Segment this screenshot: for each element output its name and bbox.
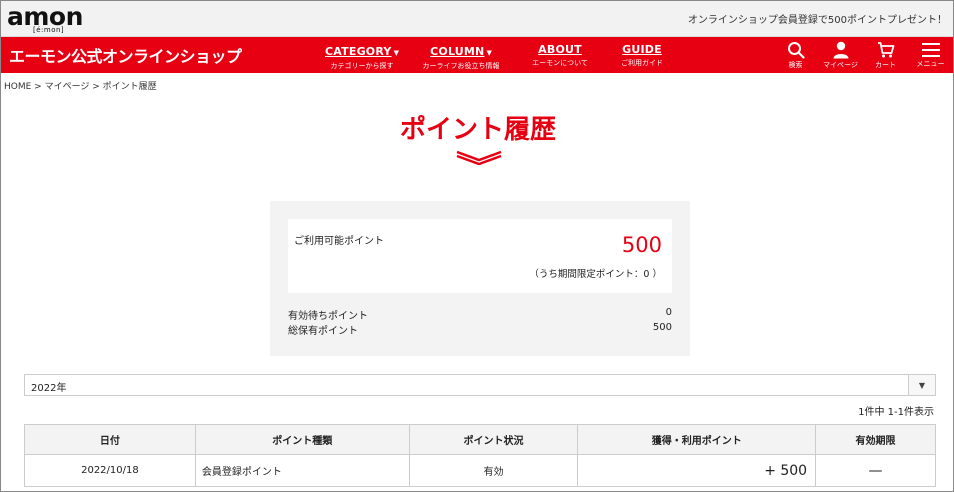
row-date: 2022/10/18 bbox=[24, 454, 196, 487]
menu-button[interactable]: メニュー bbox=[908, 37, 953, 73]
available-points-value: 500 bbox=[621, 233, 662, 257]
nav-item-about-sub: エーモンについて bbox=[532, 58, 588, 67]
total-points-label: 総保有ポイント bbox=[288, 326, 358, 337]
available-points-card: ご利用可能ポイント 500 （うち期間限定ポイント：0 ） bbox=[288, 219, 672, 293]
caret-down-icon: ▼ bbox=[393, 48, 399, 57]
promo-text[interactable]: オンラインショップ会員登録で500ポイントプレゼント！ bbox=[688, 11, 947, 26]
cart-button[interactable]: カート bbox=[863, 37, 908, 73]
main-navbar: エーモン公式オンラインショップ CATEGORY ▼ カテゴリーから探す COLU… bbox=[1, 37, 953, 73]
row-point-type: 会員登録ポイント bbox=[194, 454, 410, 487]
menu-icon bbox=[921, 42, 940, 57]
pending-points-label: 有効待ちポイント bbox=[288, 311, 368, 322]
points-summary: ご利用可能ポイント 500 （うち期間限定ポイント：0 ） 有効待ちポイント 0… bbox=[270, 201, 690, 356]
cart-label: カート bbox=[875, 60, 896, 69]
header-points-amount: 獲得・利用ポイント bbox=[577, 424, 817, 455]
header-date: 日付 bbox=[24, 424, 196, 455]
row-expiry: — bbox=[815, 454, 936, 487]
nav-item-category-label: CATEGORY bbox=[325, 44, 392, 58]
amon-logo[interactable]: amon [é:mon] bbox=[7, 4, 83, 34]
nav-item-guide[interactable]: GUIDE ご利用ガイド bbox=[601, 37, 683, 73]
chevron-down-icon bbox=[456, 151, 502, 165]
row-points-amount: + 500 bbox=[577, 454, 817, 487]
nav-item-guide-label: GUIDE bbox=[622, 42, 662, 56]
search-label: 検索 bbox=[788, 60, 803, 69]
result-count: 1件中 1-1件表示 bbox=[858, 407, 934, 418]
available-points-label: ご利用可能ポイント bbox=[294, 236, 384, 247]
nav-item-guide-sub: ご利用ガイド bbox=[621, 58, 663, 67]
table-row: 2022/10/18 会員登録ポイント 有効 + 500 — bbox=[24, 454, 936, 487]
header-point-status: ポイント状況 bbox=[408, 424, 579, 455]
table-header-row: 日付 ポイント種類 ポイント状況 獲得・利用ポイント 有効期限 bbox=[24, 424, 936, 455]
pending-points-row: 有効待ちポイント 0 bbox=[288, 307, 672, 322]
total-points-value: 500 bbox=[652, 322, 672, 333]
pending-points-value: 0 bbox=[665, 307, 672, 318]
header-icons: 検索 マイページ カート メニュー bbox=[773, 37, 953, 73]
total-points-row: 総保有ポイント 500 bbox=[288, 322, 672, 337]
breadcrumb[interactable]: HOME > マイページ > ポイント履歴 bbox=[4, 79, 157, 92]
nav-item-about-label: ABOUT bbox=[538, 42, 582, 56]
shop-brand-link[interactable]: エーモン公式オンラインショップ bbox=[9, 43, 242, 67]
limited-points-note: （うち期間限定ポイント：0 ） bbox=[529, 269, 662, 280]
browser-frame: amon [é:mon] オンラインショップ会員登録で500ポイントプレゼント！… bbox=[0, 0, 954, 492]
nav-item-category[interactable]: CATEGORY ▼ カテゴリーから探す bbox=[321, 37, 403, 73]
mypage-button[interactable]: マイページ bbox=[818, 37, 863, 73]
nav-menu: CATEGORY ▼ カテゴリーから探す COLUMN ▼ カーライフお役立ち情報 … bbox=[321, 37, 683, 73]
nav-item-column[interactable]: COLUMN ▼ カーライフお役立ち情報 bbox=[403, 37, 519, 73]
nav-item-column-label: COLUMN bbox=[430, 44, 485, 58]
nav-item-about[interactable]: ABOUT エーモンについて bbox=[519, 37, 601, 73]
points-history-table: 日付 ポイント種類 ポイント状況 獲得・利用ポイント 有効期限 2022/10/… bbox=[24, 424, 936, 487]
user-icon bbox=[833, 41, 848, 58]
row-point-status: 有効 bbox=[408, 454, 579, 487]
caret-down-icon: ▼ bbox=[486, 48, 492, 57]
menu-label: メニュー bbox=[916, 59, 945, 68]
logo-text: amon bbox=[7, 1, 83, 31]
dropdown-arrow-icon[interactable]: ▼ bbox=[908, 375, 935, 395]
search-button[interactable]: 検索 bbox=[773, 37, 818, 73]
nav-item-category-sub: カテゴリーから探す bbox=[330, 61, 394, 70]
logo-subtext: [é:mon] bbox=[33, 25, 65, 34]
year-select[interactable]: 2022年 ▼ bbox=[24, 374, 936, 396]
mypage-label: マイページ bbox=[823, 60, 858, 69]
header-point-type: ポイント種類 bbox=[194, 424, 410, 455]
header-expiry: 有効期限 bbox=[815, 424, 936, 455]
top-bar: amon [é:mon] オンラインショップ会員登録で500ポイントプレゼント！ bbox=[1, 1, 953, 37]
page-title: ポイント履歴 bbox=[399, 115, 556, 145]
cart-icon bbox=[877, 41, 894, 57]
year-select-value: 2022年 bbox=[31, 383, 67, 394]
search-icon bbox=[787, 41, 805, 59]
nav-item-column-sub: カーライフお役立ち情報 bbox=[422, 61, 500, 70]
